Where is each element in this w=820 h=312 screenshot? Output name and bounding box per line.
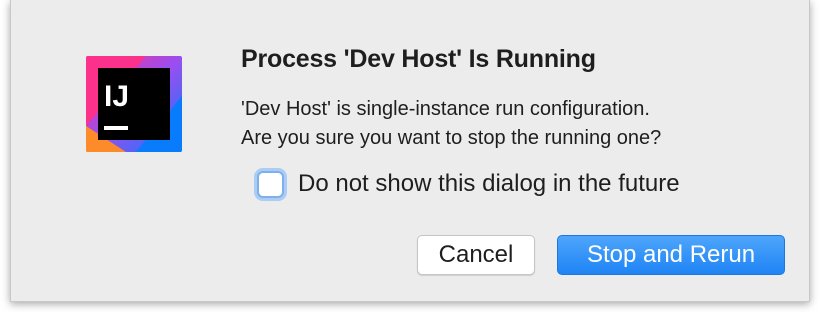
message-line-1: 'Dev Host' is single-instance run config… <box>241 98 650 120</box>
message-line-2: Are you sure you want to stop the runnin… <box>241 127 662 149</box>
dialog-message: 'Dev Host' is single-instance run config… <box>241 95 661 153</box>
dont-show-again-row[interactable]: Do not show this dialog in the future <box>257 170 680 198</box>
cancel-button[interactable]: Cancel <box>417 235 535 275</box>
stop-and-rerun-button[interactable]: Stop and Rerun <box>557 235 785 275</box>
dialog-title: Process 'Dev Host' Is Running <box>241 45 596 73</box>
dont-show-again-checkbox[interactable] <box>257 170 284 198</box>
dont-show-again-label[interactable]: Do not show this dialog in the future <box>298 170 680 198</box>
intellij-idea-icon: IJ <box>86 56 182 152</box>
app-icon-text: IJ <box>104 80 129 113</box>
process-running-dialog: IJ Process 'Dev Host' Is Running 'Dev Ho… <box>10 0 810 302</box>
